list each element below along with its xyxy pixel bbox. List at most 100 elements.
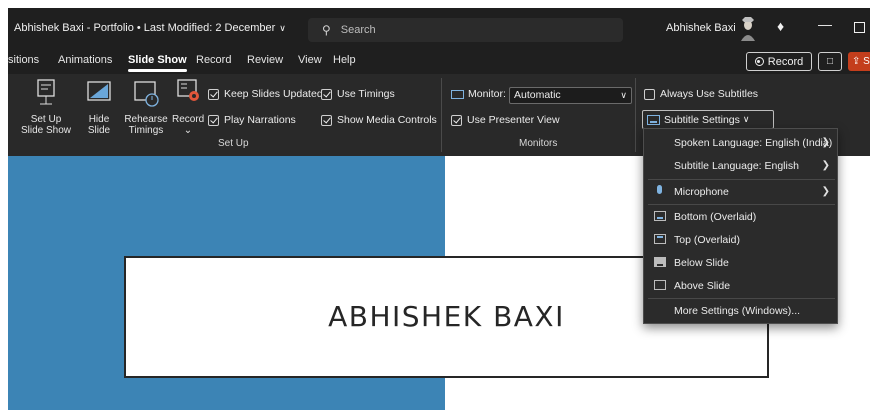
slideshow-setup-icon [37,79,55,105]
diamond-icon[interactable]: ♦︎ [777,18,784,34]
keep-slides-updated-label: Keep Slides Updated [224,88,323,100]
document-title-text: Abhishek Baxi - Portfolio • Last Modifie… [14,22,276,34]
always-use-subtitles-checkbox[interactable]: Always Use Subtitles [644,88,758,100]
record-slideshow-label: Record [172,114,205,125]
ribbon-divider [635,78,636,152]
menu-item-label: Bottom (Overlaid) [674,210,757,223]
chevron-down-icon: ∨ [279,23,286,33]
chevron-right-icon: ❯ [821,137,830,148]
use-presenter-view-label: Use Presenter View [467,114,560,126]
menu-item-label: Top (Overlaid) [674,233,740,246]
tab-help[interactable]: Help [333,54,356,66]
menu-item-label: Subtitle Language: English [674,159,799,172]
checkbox-checked [208,114,219,126]
checkbox-checked [321,114,332,126]
monitor-label-text: Monitor: [468,88,506,100]
record-button-label: Record [767,55,804,68]
menu-item-label: Spoken Language: English (India) [674,136,833,149]
monitor-select[interactable]: Automatic ∨ [509,87,632,104]
menu-item-more-settings[interactable]: More Settings (Windows)... [644,299,837,322]
group-label-set-up: Set Up [218,138,249,149]
play-narrations-label: Play Narrations [224,114,296,126]
subtitle-above-icon [654,280,666,290]
subtitle-bottom-icon [654,211,666,221]
rehearse-timings-icon [134,81,159,107]
chevron-right-icon: ❯ [821,186,830,197]
tab-transitions[interactable]: sitions [8,54,39,66]
record-slideshow-icon [177,79,199,101]
tab-animations[interactable]: Animations [58,54,112,66]
menu-item-above-slide[interactable]: Above Slide [644,274,837,297]
record-button[interactable]: Record [746,52,812,71]
hide-slide-icon [87,81,111,101]
use-timings-checkbox[interactable]: Use Timings [321,88,395,100]
menu-item-label: Above Slide [674,279,731,292]
hide-slide-label-2: Slide [87,125,111,136]
record-icon [754,57,764,66]
tab-slide-show[interactable]: Slide Show [128,54,187,72]
document-title[interactable]: Abhishek Baxi - Portfolio • Last Modifie… [14,22,286,34]
maximize-button[interactable] [854,22,865,33]
menu-item-bottom-overlaid[interactable]: Bottom (Overlaid) [644,205,837,228]
chevron-down-icon: ∨ [620,90,627,100]
subtitle-settings-label: Subtitle Settings [664,113,740,126]
play-narrations-checkbox[interactable]: Play Narrations [208,114,296,126]
microphone-icon [657,185,662,194]
subtitle-below-icon [654,257,666,267]
monitor-label: Monitor: [451,88,506,100]
user-name[interactable]: Abhishek Baxi [666,22,736,34]
menu-item-subtitle-language[interactable]: Subtitle Language: English ❯ [644,154,837,177]
subtitle-icon [647,114,660,125]
ribbon-tab-bar: sitions Animations Slide Show Record Rev… [8,48,870,74]
subtitle-settings-menu: Spoken Language: English (India) ❯ Subti… [643,128,838,324]
use-presenter-view-checkbox[interactable]: Use Presenter View [451,114,560,126]
rehearse-timings-button[interactable]: Rehearse Timings [124,78,168,136]
show-media-controls-label: Show Media Controls [337,114,437,126]
tab-record[interactable]: Record [196,54,231,66]
subtitle-settings-button[interactable]: Subtitle Settings ∨ [642,110,774,129]
checkbox-unchecked [644,88,655,100]
use-timings-label: Use Timings [337,88,395,100]
chevron-right-icon: ❯ [821,160,830,171]
share-icon: ⇪ [852,56,861,67]
menu-item-below-slide[interactable]: Below Slide [644,251,837,274]
share-button[interactable]: ⇪ Sh [848,52,870,71]
record-slideshow-button[interactable]: Record ⌄ [172,78,204,136]
monitor-icon [451,89,464,99]
keep-slides-updated-checkbox[interactable]: Keep Slides Updated [208,88,323,100]
ribbon-divider [441,78,442,152]
rehearse-label-1: Rehearse [124,114,168,125]
monitor-select-value: Automatic [514,89,561,101]
tab-view[interactable]: View [298,54,322,66]
checkbox-checked [208,88,219,100]
chevron-down-icon: ∨ [742,114,750,124]
hide-slide-label-1: Hide [88,114,110,125]
title-bar: Abhishek Baxi - Portfolio • Last Modifie… [8,8,870,48]
search-box[interactable]: ⚲ Search [308,18,623,42]
menu-item-top-overlaid[interactable]: Top (Overlaid) [644,228,837,251]
checkbox-checked [321,88,332,100]
menu-item-microphone[interactable]: Microphone ❯ [644,180,837,203]
share-button-label: Sh [863,56,870,67]
set-up-slide-show-button[interactable]: Set Up Slide Show [20,78,72,136]
always-use-subtitles-label: Always Use Subtitles [660,88,759,100]
menu-item-spoken-language[interactable]: Spoken Language: English (India) ❯ [644,131,837,154]
chevron-down-icon: ⌄ [183,125,193,136]
hide-slide-button[interactable]: Hide Slide [82,78,116,136]
avatar[interactable] [738,17,758,41]
checkbox-checked [451,114,462,126]
menu-item-label: Microphone [674,185,729,198]
rehearse-label-2: Timings [128,125,164,136]
set-up-label-2: Slide Show [20,125,72,136]
subtitle-top-icon [654,234,666,244]
group-label-monitors: Monitors [519,138,558,149]
comment-icon: □ [826,56,834,67]
menu-item-label: More Settings (Windows)... [674,304,801,317]
set-up-label-1: Set Up [30,114,62,125]
search-placeholder: Search [340,24,376,36]
tab-review[interactable]: Review [247,54,283,66]
show-media-controls-checkbox[interactable]: Show Media Controls [321,114,437,126]
menu-item-label: Below Slide [674,256,729,269]
comments-button[interactable]: □ [818,52,842,71]
minimize-button[interactable]: — [818,16,832,32]
